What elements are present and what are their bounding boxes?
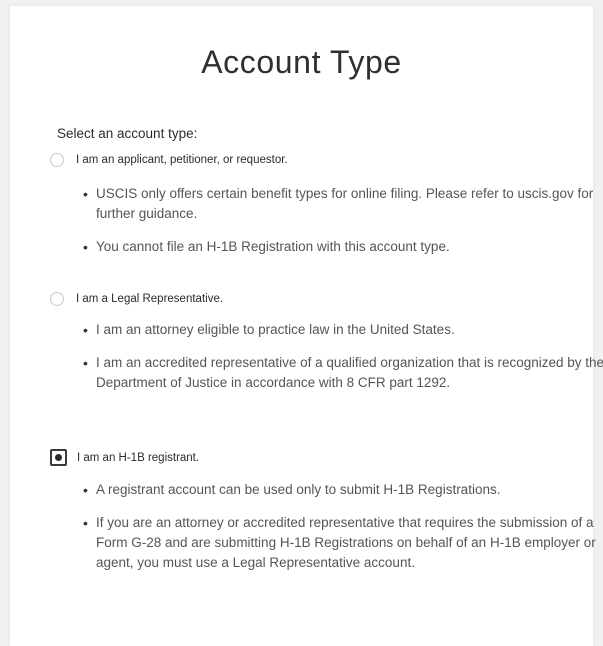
legal-representative-bullets: I am an attorney eligible to practice la… <box>82 320 603 406</box>
option-applicant[interactable]: I am an applicant, petitioner, or reques… <box>50 153 288 167</box>
option-h1b-registrant-label: I am an H-1B registrant. <box>77 451 200 464</box>
legal-representative-radio[interactable] <box>50 292 64 306</box>
option-legal-representative-label: I am a Legal Representative. <box>76 293 224 305</box>
applicant-radio[interactable] <box>50 153 64 167</box>
account-type-card: Account Type Select an account type: I a… <box>10 6 603 646</box>
list-item: A registrant account can be used only to… <box>83 480 603 500</box>
list-item: You cannot file an H-1B Registration wit… <box>83 237 603 257</box>
list-item: USCIS only offers certain benefit types … <box>83 184 603 224</box>
list-item: I am an accredited representative of a q… <box>83 353 603 393</box>
option-legal-representative[interactable]: I am a Legal Representative. <box>50 292 223 306</box>
option-applicant-label: I am an applicant, petitioner, or reques… <box>76 154 288 166</box>
account-type-prompt: Select an account type: <box>57 126 198 141</box>
h1b-registrant-bullets: A registrant account can be used only to… <box>82 480 603 586</box>
list-item: I am an attorney eligible to practice la… <box>83 320 603 340</box>
h1b-registrant-radio[interactable] <box>50 449 67 466</box>
page-title: Account Type <box>201 44 402 80</box>
applicant-bullets: USCIS only offers certain benefit types … <box>82 184 603 270</box>
option-h1b-registrant[interactable]: I am an H-1B registrant. <box>50 449 199 466</box>
list-item: If you are an attorney or accredited rep… <box>83 513 603 573</box>
